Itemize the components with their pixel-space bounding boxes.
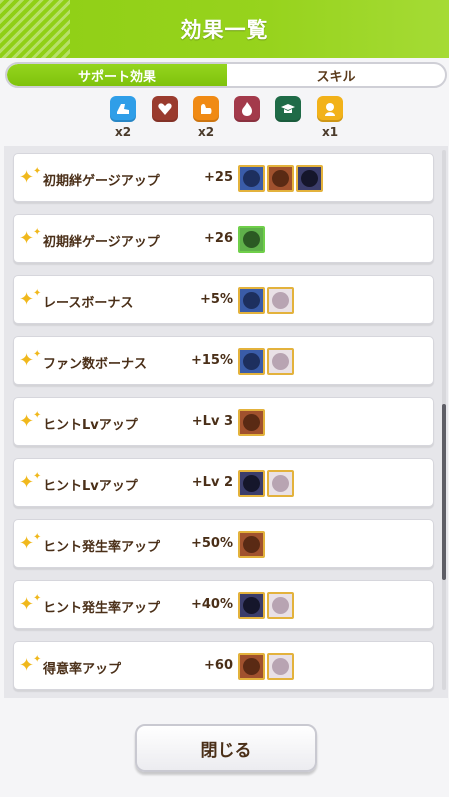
support-card-thumbnail[interactable]: [267, 592, 294, 619]
effect-row: ✦ ✦ ヒント発生率アップ +50%: [13, 519, 434, 568]
type-guts: [232, 96, 262, 139]
sparkle-icon: ✦ ✦: [19, 349, 42, 371]
effect-value: +26: [204, 231, 233, 246]
support-card-list: [238, 165, 323, 192]
sparkle-icon: ✦ ✦: [19, 166, 42, 188]
effect-value: +Lv 3: [191, 414, 233, 429]
effect-value: +Lv 2: [191, 475, 233, 490]
support-card-thumbnail[interactable]: [267, 165, 294, 192]
effect-row: ✦ ✦ ファン数ボーナス +15%: [13, 336, 434, 385]
sparkle-icon: ✦ ✦: [19, 532, 42, 554]
character-portrait: [243, 658, 260, 675]
power-arm-icon: [193, 96, 219, 122]
character-portrait: [243, 597, 260, 614]
effect-row: ✦ ✦ ヒントLvアップ +Lv 2: [13, 458, 434, 507]
effect-name: ヒントLvアップ: [43, 479, 138, 494]
effect-row: ✦ ✦ 初期絆ゲージアップ +25: [13, 153, 434, 202]
effect-name: 初期絆ゲージアップ: [43, 174, 160, 189]
support-card-thumbnail[interactable]: [238, 226, 265, 253]
wisdom-cap-icon: [275, 96, 301, 122]
character-portrait: [243, 536, 260, 553]
character-portrait: [243, 170, 260, 187]
support-card-thumbnail[interactable]: [267, 348, 294, 375]
support-card-list: [238, 287, 294, 314]
character-portrait: [272, 658, 289, 675]
support-card-list: [238, 348, 294, 375]
character-portrait: [272, 170, 289, 187]
character-portrait: [272, 292, 289, 309]
support-card-thumbnail[interactable]: [238, 592, 265, 619]
effect-name: ファン数ボーナス: [43, 357, 148, 372]
support-card-thumbnail[interactable]: [238, 531, 265, 558]
effect-name: 初期絆ゲージアップ: [43, 235, 160, 250]
effect-row: ✦ ✦ ヒントLvアップ +Lv 3: [13, 397, 434, 446]
support-card-thumbnail[interactable]: [238, 409, 265, 436]
tab-skills[interactable]: スキル: [227, 64, 445, 86]
dialog-header: 効果一覧: [0, 0, 449, 58]
support-card-list: [238, 226, 265, 253]
effect-name: ヒント発生率アップ: [43, 601, 161, 616]
support-card-list: [238, 409, 265, 436]
effect-value: +15%: [190, 353, 233, 368]
character-portrait: [272, 597, 289, 614]
tab-bar: サポート効果 スキル: [5, 62, 447, 88]
character-portrait: [243, 353, 260, 370]
support-card-thumbnail[interactable]: [267, 653, 294, 680]
type-stamina: [150, 96, 180, 139]
support-card-thumbnail[interactable]: [267, 470, 294, 497]
effect-value: +60: [204, 658, 233, 673]
effect-row: ✦ ✦ 初期絆ゲージアップ +26: [13, 214, 434, 263]
type-friend: x1: [315, 96, 345, 139]
stamina-heart-icon: [152, 96, 178, 122]
support-card-thumbnail[interactable]: [267, 287, 294, 314]
support-card-thumbnail[interactable]: [238, 287, 265, 314]
character-portrait: [243, 292, 260, 309]
sparkle-icon: ✦ ✦: [19, 288, 42, 310]
scrollbar-thumb[interactable]: [442, 404, 446, 580]
sparkle-icon: ✦ ✦: [19, 471, 42, 493]
close-button[interactable]: 閉じる: [135, 724, 317, 772]
speed-shoe-icon: [110, 96, 136, 122]
card-type-summary: x2 x2 x1: [0, 96, 449, 142]
character-portrait: [272, 353, 289, 370]
character-portrait: [243, 475, 260, 492]
effect-name: ヒントLvアップ: [43, 418, 138, 433]
character-portrait: [243, 231, 260, 248]
character-portrait: [243, 414, 260, 431]
tab-support-effects[interactable]: サポート効果: [7, 64, 227, 86]
sparkle-icon: ✦ ✦: [19, 410, 42, 432]
guts-flame-icon: [234, 96, 260, 122]
support-card-thumbnail[interactable]: [238, 348, 265, 375]
effect-name: レースボーナス: [43, 296, 134, 311]
support-card-thumbnail[interactable]: [238, 165, 265, 192]
character-portrait: [272, 475, 289, 492]
type-wisdom: [273, 96, 303, 139]
support-card-list: [238, 470, 294, 497]
support-card-thumbnail[interactable]: [238, 470, 265, 497]
friend-face-icon: [317, 96, 343, 122]
sparkle-icon: ✦ ✦: [19, 593, 42, 615]
support-card-list: [238, 653, 294, 680]
effect-row: ✦ ✦ 得意率アップ +60: [13, 641, 434, 690]
effect-name: 得意率アップ: [43, 662, 122, 677]
effect-row: ✦ ✦ ヒント発生率アップ +40%: [13, 580, 434, 629]
support-card-thumbnail[interactable]: [296, 165, 323, 192]
effect-value: +25: [204, 170, 233, 185]
dialog-title: 効果一覧: [180, 18, 269, 42]
type-power: x2: [191, 96, 221, 139]
effect-value: +50%: [190, 536, 233, 551]
effect-value: +40%: [190, 597, 233, 612]
effect-row: ✦ ✦ レースボーナス +5%: [13, 275, 434, 324]
sparkle-icon: ✦ ✦: [19, 227, 42, 249]
effect-value: +5%: [200, 292, 233, 307]
type-speed: x2: [108, 96, 138, 139]
support-card-list: [238, 531, 265, 558]
support-card-thumbnail[interactable]: [238, 653, 265, 680]
effect-name: ヒント発生率アップ: [43, 540, 161, 555]
character-portrait: [301, 170, 318, 187]
sparkle-icon: ✦ ✦: [19, 654, 42, 676]
support-card-list: [238, 592, 294, 619]
